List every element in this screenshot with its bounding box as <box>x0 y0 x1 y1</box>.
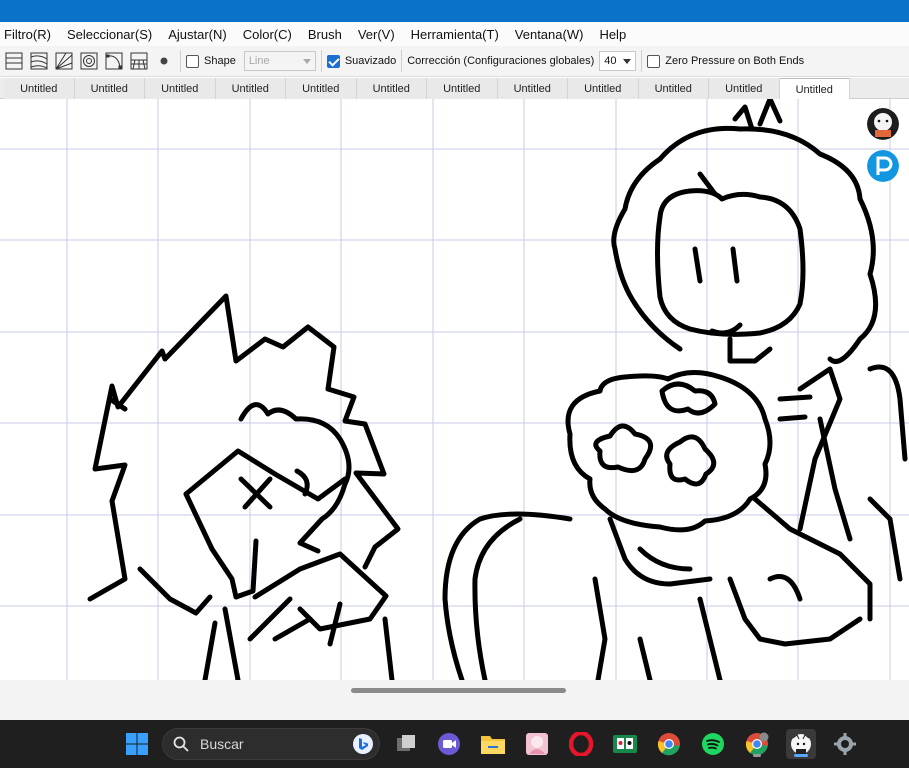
document-tab[interactable]: Untitled <box>74 78 145 99</box>
chevron-down-icon <box>623 58 632 64</box>
start-icon[interactable] <box>122 729 152 759</box>
document-tab[interactable]: Untitled <box>497 78 568 99</box>
chevron-down-icon <box>302 58 311 64</box>
concentric-ruler-icon[interactable] <box>78 50 100 72</box>
smoothing-label: Suavizado <box>344 55 397 67</box>
side-icon-panel <box>867 108 899 182</box>
menu-adjust[interactable]: Ajustar(N) <box>164 27 235 42</box>
curve-ruler-icon[interactable] <box>103 50 125 72</box>
running-indicator <box>753 754 761 757</box>
file-explorer-icon[interactable] <box>478 729 508 759</box>
user-avatar-icon[interactable] <box>867 108 899 140</box>
canvas-artwork[interactable] <box>0 99 909 680</box>
document-tab[interactable]: Untitled <box>568 78 639 99</box>
document-tab[interactable]: Untitled <box>145 78 216 99</box>
shape-type-select[interactable]: Line <box>243 51 316 71</box>
toolbar-separator <box>401 50 403 72</box>
settings-icon[interactable] <box>830 729 860 759</box>
snap-off-icon[interactable] <box>153 50 175 72</box>
horizontal-scrollbar-thumb[interactable] <box>351 688 566 693</box>
opera-icon[interactable] <box>566 729 596 759</box>
bing-icon[interactable] <box>353 734 373 754</box>
shape-label: Shape <box>204 55 236 67</box>
search-placeholder: Buscar <box>200 736 244 752</box>
toolbar-separator <box>180 50 181 72</box>
chrome-profile-icon[interactable] <box>742 729 772 759</box>
zero-pressure-label: Zero Pressure on Both Ends <box>665 55 805 67</box>
menu-filter[interactable]: Filtro(R) <box>0 27 59 42</box>
document-tab[interactable]: Untitled <box>709 78 780 99</box>
medibang-icon[interactable] <box>786 729 816 759</box>
chrome-icon[interactable] <box>654 729 684 759</box>
character-right-sketch <box>442 99 908 680</box>
canvas-grid <box>0 99 909 680</box>
document-tab[interactable]: Untitled <box>356 78 427 99</box>
menu-color[interactable]: Color(C) <box>239 27 300 42</box>
zero-pressure-checkbox[interactable]: Zero Pressure on Both Ends <box>647 54 805 68</box>
correction-group: Corrección (Configuraciones globales) 40 <box>407 51 637 71</box>
spotify-icon[interactable] <box>698 729 728 759</box>
menu-brush[interactable]: Brush <box>304 27 350 42</box>
windows-taskbar <box>0 720 909 768</box>
meet-icon[interactable] <box>434 729 464 759</box>
menu-help[interactable]: Help <box>595 27 634 42</box>
parallel-ruler-icon[interactable] <box>3 50 25 72</box>
document-tab[interactable]: Untitled <box>286 78 357 99</box>
perspective-ruler-icon[interactable] <box>128 50 150 72</box>
photo-app-icon[interactable] <box>522 729 552 759</box>
smoothing-checkbox[interactable]: Suavizado <box>326 54 397 68</box>
tool-options-bar: Shape Line Suavizado Corrección (Configu… <box>0 46 909 77</box>
wave-ruler-icon[interactable] <box>28 50 50 72</box>
title-bar[interactable] <box>0 0 909 22</box>
document-tab[interactable]: Untitled <box>215 78 286 99</box>
correction-label: Corrección (Configuraciones globales) <box>407 55 595 67</box>
document-tabs: Untitled Untitled Untitled Untitled Unti… <box>0 78 909 100</box>
pixiv-icon[interactable] <box>867 150 899 182</box>
zero-pressure-checkbox-box[interactable] <box>647 54 661 68</box>
running-indicator <box>794 754 808 757</box>
document-tab[interactable]: Untitled <box>427 78 498 99</box>
document-tab[interactable]: Untitled <box>638 78 709 99</box>
document-tab[interactable]: Untitled <box>4 78 75 99</box>
correction-select[interactable]: 40 <box>599 51 637 71</box>
toolbar-separator <box>320 50 322 72</box>
horizontal-scroll-area <box>0 680 909 720</box>
radial-ruler-icon[interactable] <box>53 50 75 72</box>
taskbar-search-box[interactable]: Buscar <box>162 728 380 760</box>
drawing-canvas[interactable] <box>0 99 909 680</box>
solitaire-icon[interactable] <box>610 729 640 759</box>
character-left-sketch <box>87 293 401 680</box>
task-view-icon[interactable] <box>391 729 421 759</box>
menu-view[interactable]: Ver(V) <box>354 27 403 42</box>
document-tab-active[interactable]: Untitled <box>779 78 850 100</box>
shape-checkbox-box[interactable] <box>186 54 199 68</box>
search-icon <box>173 736 189 752</box>
menu-select[interactable]: Seleccionar(S) <box>63 27 160 42</box>
toolbar-separator <box>641 50 643 72</box>
menu-tool[interactable]: Herramienta(T) <box>407 27 507 42</box>
correction-value: 40 <box>604 55 617 67</box>
menu-window[interactable]: Ventana(W) <box>511 27 592 42</box>
smoothing-checkbox-box[interactable] <box>326 54 340 68</box>
menu-bar: Filtro(R) Seleccionar(S) Ajustar(N) Colo… <box>0 22 909 46</box>
shape-type-value: Line <box>248 55 270 67</box>
shape-checkbox[interactable]: Shape <box>186 54 236 68</box>
